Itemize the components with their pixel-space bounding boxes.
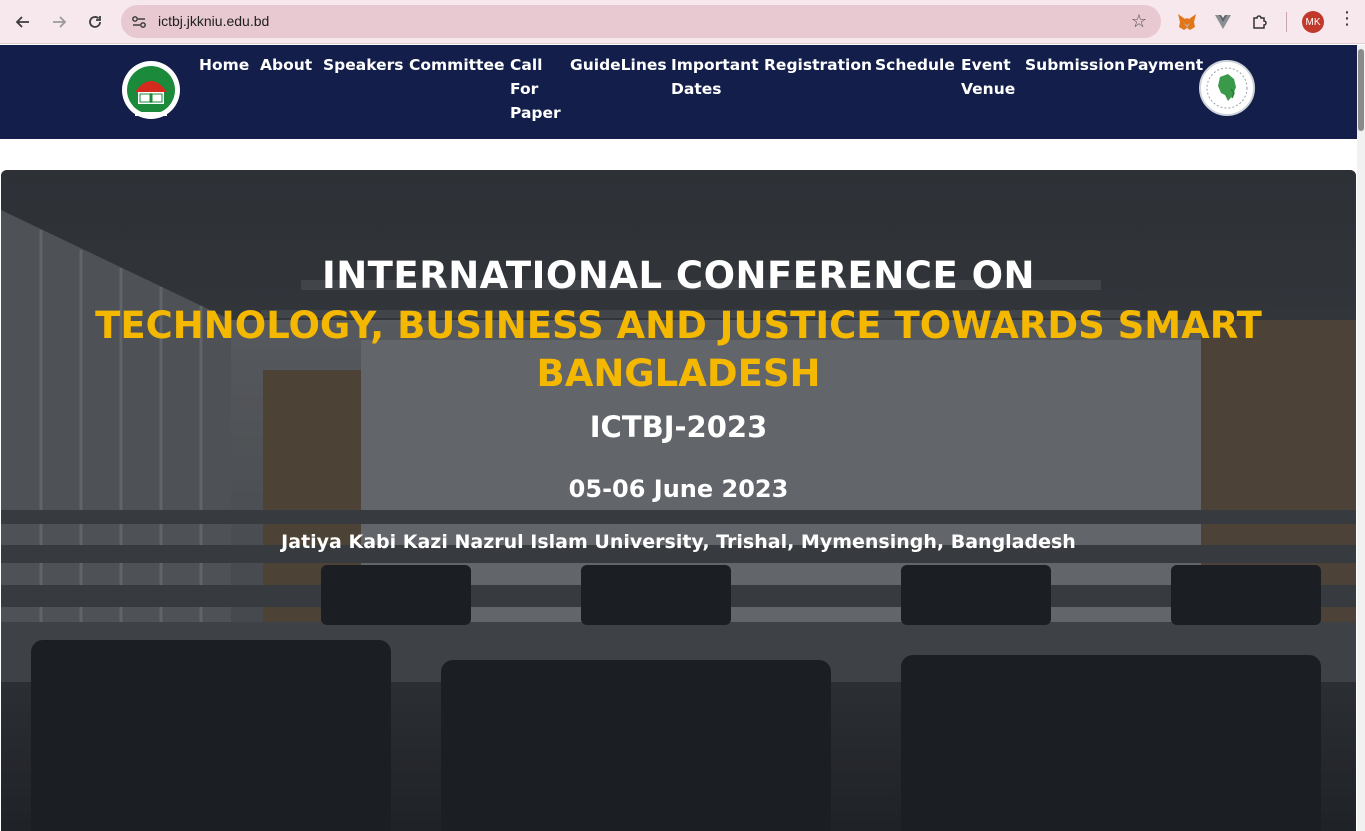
v-icon xyxy=(1215,15,1231,29)
conference-venue: Jatiya Kabi Kazi Nazrul Islam University… xyxy=(281,531,1076,553)
menu-item-about[interactable]: About xyxy=(260,53,312,77)
conference-code: ICTBJ-2023 xyxy=(589,410,768,444)
menu-item-committee[interactable]: Committee xyxy=(409,53,504,77)
back-button[interactable] xyxy=(10,9,36,35)
arrow-right-icon xyxy=(53,16,67,28)
browser-toolbar: ictbj.jkkniu.edu.bd ☆ MK ⋮ xyxy=(0,0,1365,44)
scrollbar-thumb[interactable] xyxy=(1358,49,1364,131)
menu-item-event-venue[interactable]: Event Venue xyxy=(961,53,1015,101)
url-text[interactable]: ictbj.jkkniu.edu.bd xyxy=(158,13,269,29)
toolbar-divider xyxy=(1286,12,1287,32)
puzzle-icon xyxy=(1253,15,1267,29)
forward-button[interactable] xyxy=(46,9,72,35)
conference-title-line1: INTERNATIONAL CONFERENCE ON xyxy=(321,254,1036,297)
menu-item-guidelines[interactable]: GuideLines xyxy=(570,53,667,77)
fox-icon xyxy=(1178,14,1196,30)
page-scrollbar[interactable] xyxy=(1357,45,1365,831)
site-header: Home About Speakers Committee Call For P… xyxy=(0,45,1357,139)
kebab-icon[interactable]: ⋮ xyxy=(1338,8,1356,29)
metamask-extension[interactable] xyxy=(1175,10,1199,34)
menu-item-submission[interactable]: Submission xyxy=(1025,53,1125,77)
university-logo[interactable] xyxy=(121,60,181,120)
hero-banner: INTERNATIONAL CONFERENCE ON TECHNOLOGY, … xyxy=(1,170,1356,831)
menu-item-speakers[interactable]: Speakers xyxy=(323,53,404,77)
menu-item-important-dates[interactable]: Important Dates xyxy=(671,53,759,101)
profile-avatar[interactable]: MK xyxy=(1302,11,1324,33)
reload-button[interactable] xyxy=(82,9,108,35)
reload-icon xyxy=(89,16,101,28)
extensions-button[interactable] xyxy=(1248,10,1272,34)
arrow-left-icon xyxy=(15,16,29,28)
menu-item-call-for-paper[interactable]: Call For Paper xyxy=(510,53,561,125)
tune-icon[interactable] xyxy=(130,13,148,31)
menu-item-payment[interactable]: Payment xyxy=(1127,53,1203,77)
conference-date: 05-06 June 2023 xyxy=(568,475,789,503)
menu-item-schedule[interactable]: Schedule xyxy=(875,53,955,77)
star-icon[interactable]: ☆ xyxy=(1131,11,1147,32)
address-bar[interactable]: ictbj.jkkniu.edu.bd ☆ xyxy=(121,5,1161,38)
vue-devtools-extension[interactable] xyxy=(1211,10,1235,34)
menu-item-registration[interactable]: Registration xyxy=(764,53,872,77)
conference-seal-logo[interactable] xyxy=(1198,59,1256,117)
menu-item-home[interactable]: Home xyxy=(199,53,249,77)
conference-title-line2: TECHNOLOGY, BUSINESS AND JUSTICE TOWARDS… xyxy=(95,304,1262,395)
